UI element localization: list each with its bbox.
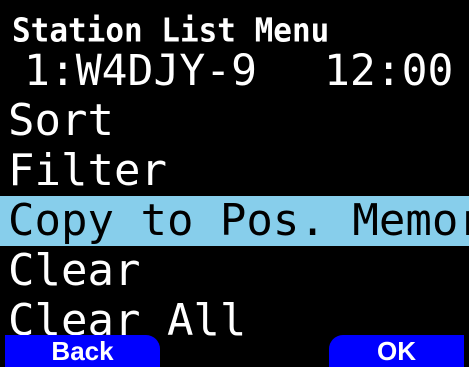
menu-item-label: Filter xyxy=(8,145,167,196)
ok-button[interactable]: OK xyxy=(329,335,464,367)
radio-display-screen: Station List Menu 1:W4DJY-9 12:00 Sort F… xyxy=(0,0,469,367)
back-button[interactable]: Back xyxy=(5,335,160,367)
menu-item-filter[interactable]: Filter xyxy=(0,146,469,196)
menu-item-label: Sort xyxy=(8,95,114,146)
menu-item-label: Copy to Pos. Memory xyxy=(8,195,469,246)
menu-list: Sort Filter Copy to Pos. Memory Clear Cl… xyxy=(0,96,469,346)
station-info-line: 1:W4DJY-9 12:00 xyxy=(0,46,469,96)
menu-item-copy-to-pos-memory[interactable]: Copy to Pos. Memory xyxy=(0,196,469,246)
menu-item-sort[interactable]: Sort xyxy=(0,96,469,146)
station-time: 12:00 xyxy=(324,46,454,96)
menu-title: Station List Menu xyxy=(12,12,330,50)
menu-item-clear[interactable]: Clear xyxy=(0,246,469,296)
menu-item-label: Clear xyxy=(8,245,141,296)
station-callsign: 1:W4DJY-9 xyxy=(24,46,257,96)
